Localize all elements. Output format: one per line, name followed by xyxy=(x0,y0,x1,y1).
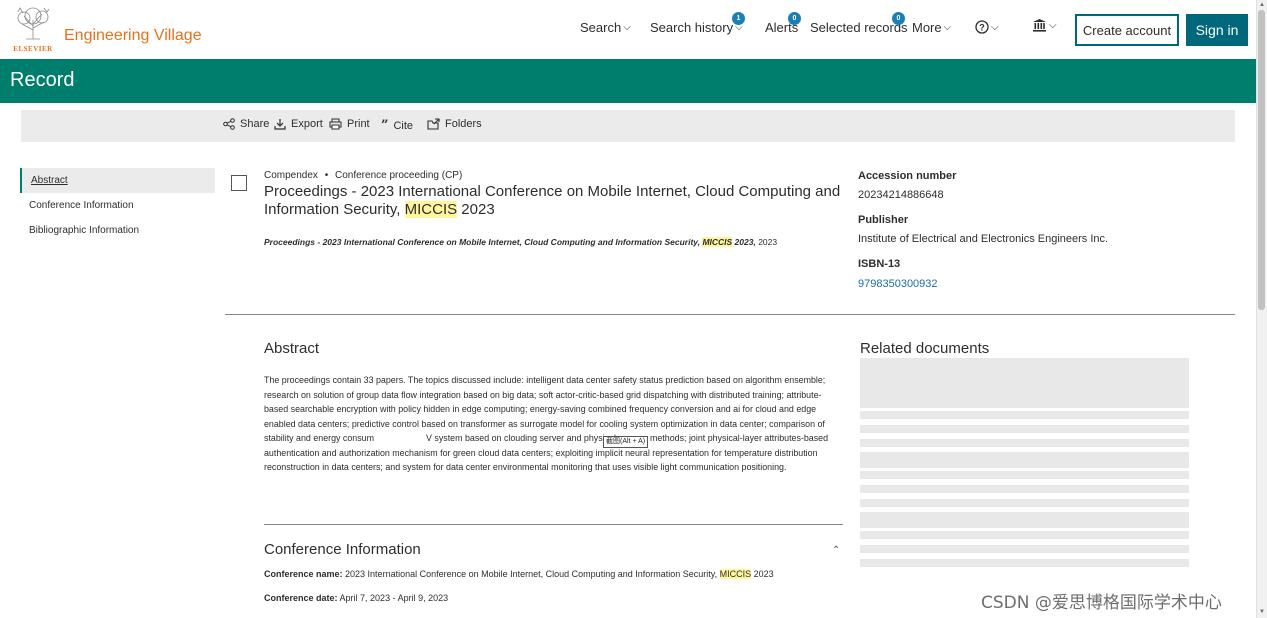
quote-icon: ” xyxy=(381,118,389,133)
elsevier-tree-icon xyxy=(14,6,52,40)
conference-date-row: Conference date: April 7, 2023 - April 9… xyxy=(264,593,448,603)
chevron-down-icon: ⌵ xyxy=(1049,19,1057,31)
nav-search-label: Search xyxy=(580,20,622,35)
related-documents-heading: Related documents xyxy=(860,340,990,357)
folder-icon xyxy=(427,118,440,130)
record-title-highlight: MICCIS xyxy=(404,201,458,218)
conference-name-year: 2023 xyxy=(751,569,774,579)
related-skeleton-line xyxy=(860,425,1189,433)
select-record-checkbox[interactable] xyxy=(231,175,247,191)
isbn-link[interactable]: 9798350300932 xyxy=(858,278,938,290)
abstract-heading: Abstract xyxy=(264,340,320,357)
source-title-highlight: MICCIS xyxy=(702,237,733,247)
download-icon xyxy=(274,119,286,130)
csdn-watermark: CSDN @爱思博格国际学术中心 xyxy=(981,593,1222,613)
institution-icon xyxy=(1033,19,1046,32)
nav-search[interactable]: Search ⌵ xyxy=(580,20,631,35)
conference-date-label: Conference date: xyxy=(264,593,338,603)
search-history-badge: 1 xyxy=(732,12,745,25)
chevron-up-icon[interactable]: ⌃ xyxy=(832,545,840,556)
folders-button[interactable]: Folders xyxy=(427,118,482,130)
selected-records-badge: 0 xyxy=(892,12,905,25)
top-header: ELSEVIER Engineering Village Search ⌵ Se… xyxy=(0,0,1256,59)
help-menu[interactable]: ? ⌵ xyxy=(975,20,999,34)
related-skeleton-line xyxy=(860,559,1189,567)
help-icon: ? xyxy=(975,20,989,34)
record-toolbar: Share Export Print ” Cite Folders xyxy=(21,110,1235,142)
alerts-badge: 0 xyxy=(788,12,801,25)
chevron-down-icon: ⌵ xyxy=(991,21,999,33)
screenshot-tooltip: 截图(Alt + A) xyxy=(603,436,649,448)
sign-in-button[interactable]: Sign in xyxy=(1186,14,1248,46)
source-year: 2023 xyxy=(755,237,778,247)
brand-name[interactable]: Engineering Village xyxy=(64,27,202,45)
sidebar-item-bibliographic-information[interactable]: Bibliographic Information xyxy=(20,218,215,243)
chevron-down-icon: ⌵ xyxy=(623,22,631,33)
nav-more[interactable]: More ⌵ xyxy=(912,20,951,35)
record-title-year: 2023 xyxy=(457,201,495,218)
accession-label: Accession number xyxy=(858,170,957,182)
isbn-label: ISBN-13 xyxy=(858,258,901,270)
nav-search-history[interactable]: Search history ⌵ xyxy=(650,20,743,35)
record-title: Proceedings - 2023 International Confere… xyxy=(264,183,844,219)
accession-value: 20234214886648 xyxy=(858,189,944,201)
publisher-label: Publisher xyxy=(858,214,909,226)
related-skeleton-block xyxy=(860,358,1189,408)
cite-button[interactable]: ” Cite xyxy=(381,118,413,133)
chevron-down-icon: ⌵ xyxy=(943,22,952,33)
conference-name-row: Conference name: 2023 International Conf… xyxy=(264,569,774,579)
export-label: Export xyxy=(291,118,323,130)
print-button[interactable]: Print xyxy=(329,118,370,130)
page-title: Record xyxy=(10,69,75,91)
record-banner: Record xyxy=(0,59,1256,103)
related-skeleton-line xyxy=(860,531,1189,539)
create-account-button[interactable]: Create account xyxy=(1075,14,1179,46)
conference-name-text: 2023 International Conference on Mobile … xyxy=(342,569,720,579)
scroll-down-arrow-icon[interactable]: ▼ xyxy=(1257,607,1267,617)
related-skeleton-line xyxy=(860,512,1189,528)
share-icon xyxy=(223,118,235,130)
folders-label: Folders xyxy=(445,118,482,130)
source-title-year: 2023, xyxy=(732,237,756,247)
conference-name-highlight: MICCIS xyxy=(719,569,752,579)
related-skeleton-line xyxy=(860,452,1189,468)
share-label: Share xyxy=(240,118,270,130)
record-title-text: Proceedings - 2023 International Confere… xyxy=(264,183,841,218)
abstract-text: The proceedings contain 33 papers. The t… xyxy=(264,373,844,475)
print-label: Print xyxy=(347,118,370,130)
cite-label: Cite xyxy=(393,119,414,132)
sidebar-item-conference-information[interactable]: Conference Information xyxy=(20,193,215,218)
share-button[interactable]: Share xyxy=(223,118,269,130)
source-title: Proceedings - 2023 International Confere… xyxy=(264,237,756,247)
elsevier-wordmark: ELSEVIER xyxy=(13,45,53,53)
related-skeleton-line xyxy=(860,499,1189,507)
svg-text:?: ? xyxy=(979,23,985,33)
section-divider xyxy=(225,314,1235,315)
printer-icon xyxy=(329,118,342,130)
related-skeleton-line xyxy=(860,471,1189,479)
related-skeleton-line xyxy=(860,545,1189,553)
publisher-value: Institute of Electrical and Electronics … xyxy=(858,233,1109,245)
nav-search-history-label: Search history xyxy=(650,20,734,35)
meta-separator: • xyxy=(324,170,329,181)
nav-more-label: More xyxy=(912,20,942,35)
source-title-text: Proceedings - 2023 International Confere… xyxy=(264,237,703,247)
record-meta: Compendex • Conference proceeding (CP) xyxy=(264,170,462,181)
conference-name-label: Conference name: xyxy=(264,569,343,579)
conference-date-value: April 7, 2023 - April 9, 2023 xyxy=(337,593,449,603)
elsevier-logo[interactable]: ELSEVIER xyxy=(12,6,54,53)
section-divider xyxy=(264,524,843,525)
record-source: Proceedings - 2023 International Confere… xyxy=(264,237,777,247)
related-skeleton-line xyxy=(860,439,1189,447)
export-button[interactable]: Export xyxy=(274,118,323,130)
scroll-up-arrow-icon[interactable]: ▲ xyxy=(1257,0,1267,10)
scrollbar-thumb[interactable] xyxy=(1258,10,1265,310)
related-skeleton-line xyxy=(860,411,1189,419)
document-type: Conference proceeding (CP) xyxy=(335,170,463,181)
institution-menu[interactable]: ⌵ xyxy=(1032,18,1057,32)
database-name: Compendex xyxy=(264,170,318,181)
sidebar-item-abstract[interactable]: Abstract xyxy=(20,168,215,193)
conference-heading[interactable]: Conference Information xyxy=(264,541,421,558)
related-skeleton-line xyxy=(860,485,1189,493)
